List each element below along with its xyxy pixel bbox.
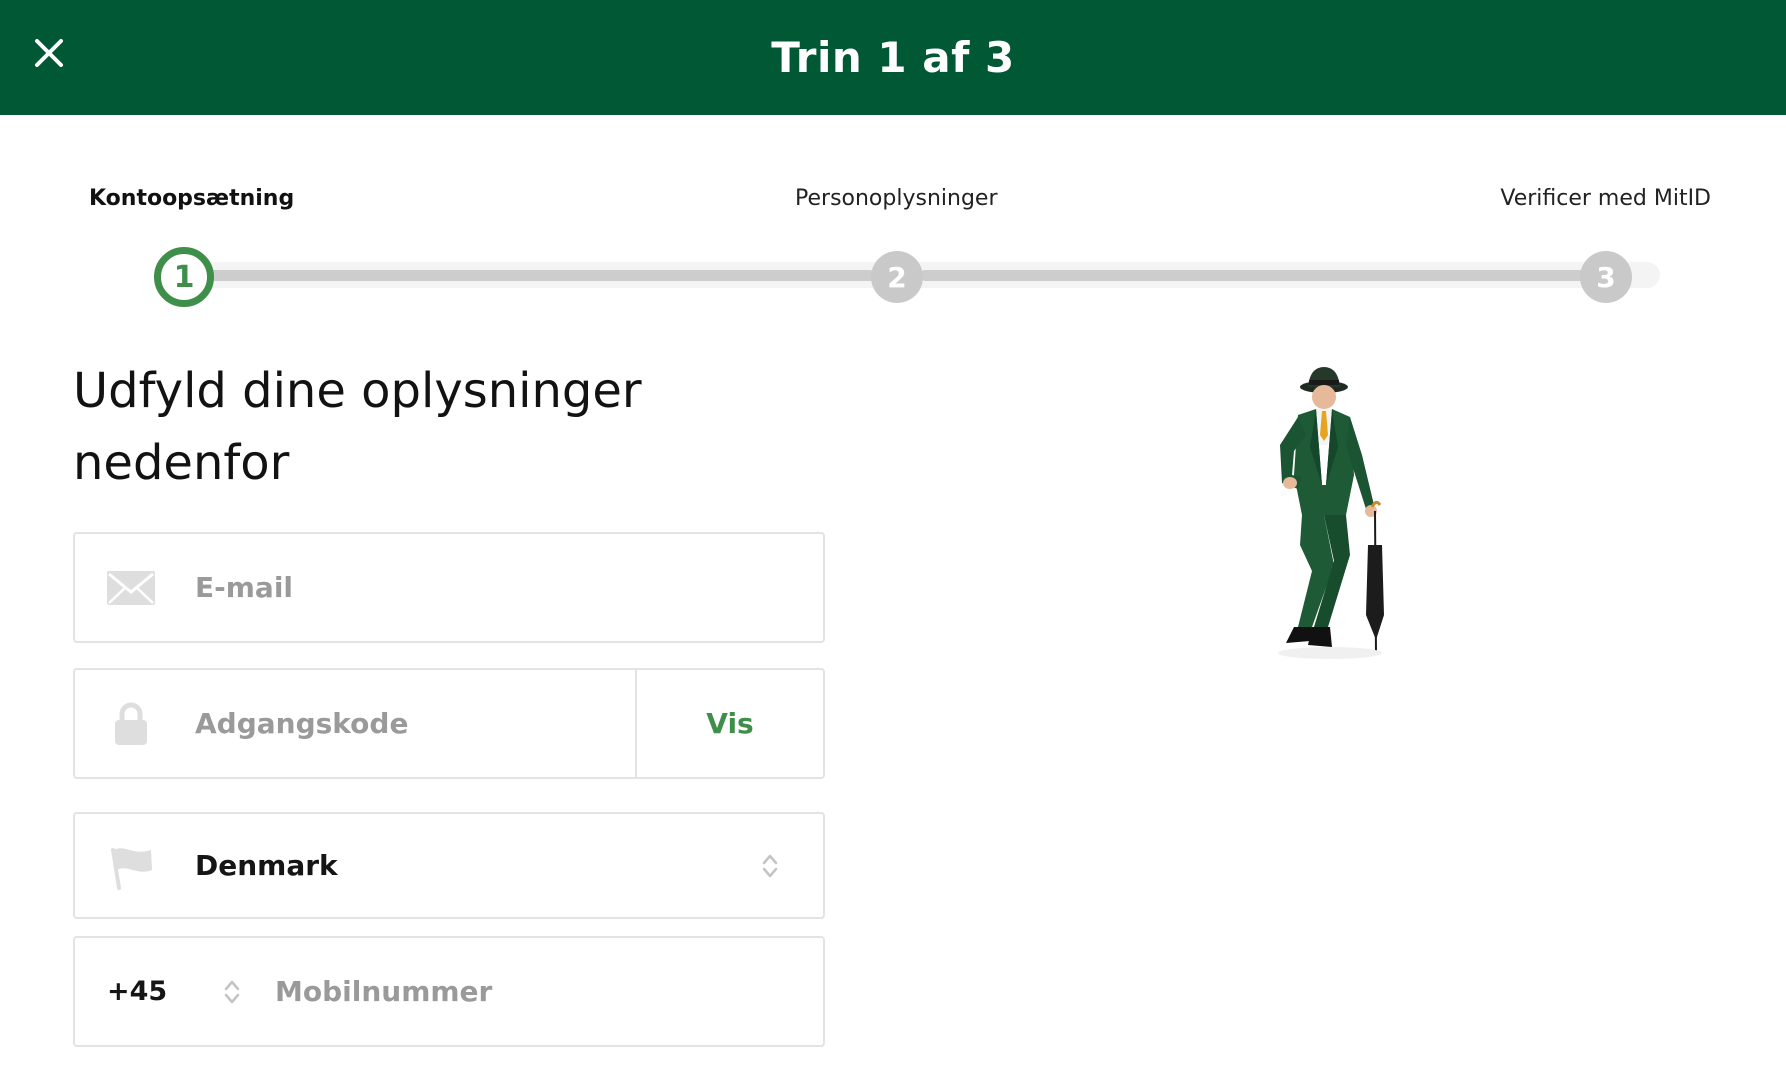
close-icon <box>35 39 63 67</box>
flag-icon <box>105 840 157 892</box>
mascot-illustration <box>1278 367 1384 659</box>
envelope-icon <box>105 562 157 614</box>
lock-icon <box>105 698 157 750</box>
email-input[interactable] <box>195 534 615 641</box>
step-indicator-1: 1 <box>154 247 214 307</box>
country-select[interactable]: Denmark <box>73 812 825 919</box>
password-input[interactable] <box>195 670 615 777</box>
password-field: Vis <box>73 668 825 779</box>
signup-page: Trin 1 af 3 Kontoopsætning Personoplysni… <box>0 0 1786 1086</box>
stepper-track-segment-2 <box>920 270 1585 281</box>
step-label-personal-info: Personoplysninger <box>795 186 998 211</box>
form-heading: Udfyld dine oplysninger nedenfor <box>73 363 642 491</box>
chevron-updown-icon <box>762 854 778 877</box>
email-field <box>73 532 825 643</box>
mobile-number-input[interactable] <box>275 938 695 1045</box>
top-bar: Trin 1 af 3 <box>0 0 1786 115</box>
phone-field: +45 <box>73 936 825 1047</box>
step-indicator-3: 3 <box>1580 251 1632 303</box>
stepper-track-segment-1 <box>205 270 875 281</box>
country-selected-value: Denmark <box>195 849 338 882</box>
dial-code-select[interactable]: +45 <box>107 976 167 1007</box>
page-title: Trin 1 af 3 <box>771 33 1015 82</box>
chevron-updown-icon[interactable] <box>223 978 241 1006</box>
step-label-verify-mitid: Verificer med MitID <box>1500 186 1711 211</box>
step-label-account-setup: Kontoopsætning <box>89 186 295 211</box>
close-button[interactable] <box>26 30 72 76</box>
step-indicator-2: 2 <box>871 251 923 303</box>
show-password-button[interactable]: Vis <box>635 670 823 777</box>
